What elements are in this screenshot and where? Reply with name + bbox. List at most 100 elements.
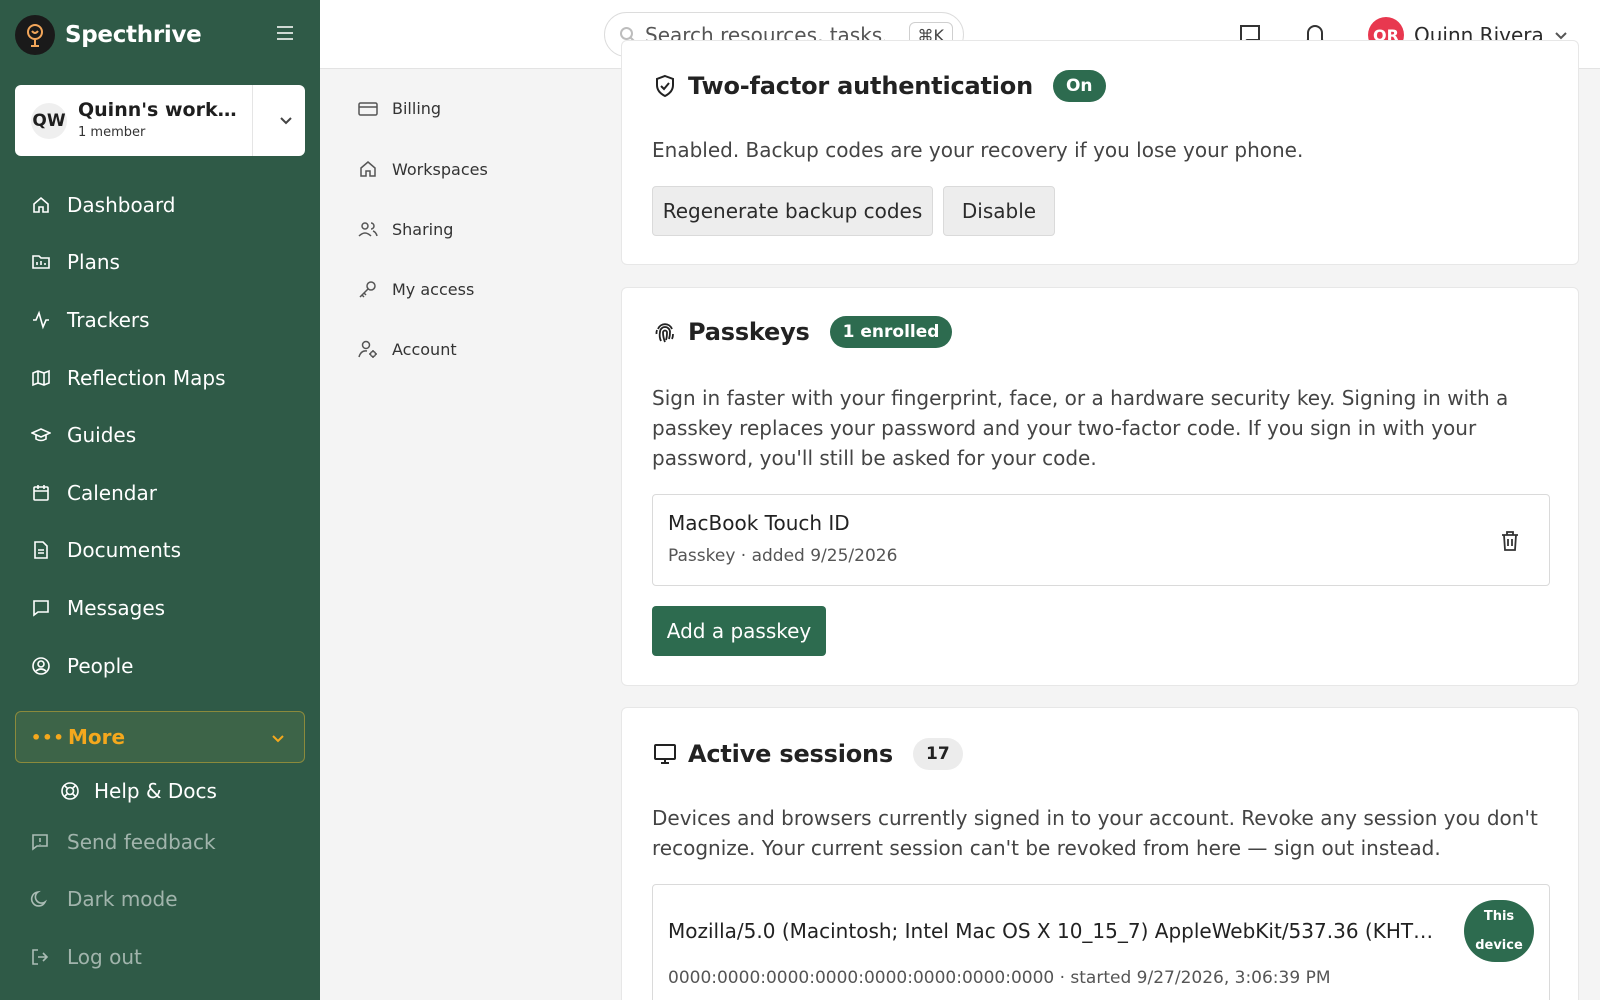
sidebar-item-label: Messages (67, 595, 166, 620)
chevron-down-icon[interactable] (278, 112, 294, 128)
home-icon (358, 159, 378, 179)
sidebar-item-label: Calendar (67, 480, 157, 505)
message-icon (30, 597, 52, 619)
subnav-item-workspaces[interactable]: Workspaces (358, 159, 488, 179)
sidebar-item-dashboard[interactable]: Dashboard (15, 176, 305, 234)
subnav-label: Sharing (392, 219, 454, 239)
sessions-count-badge: 17 (913, 738, 963, 770)
credit-card-icon (358, 101, 378, 117)
sidebar-item-send-feedback[interactable]: Send feedback (30, 830, 216, 854)
logout-icon (30, 947, 52, 967)
sidebar-item-label: Trackers (67, 307, 150, 332)
subnav-item-my-access[interactable]: My access (358, 279, 474, 299)
sidebar-item-calendar[interactable]: Calendar (15, 464, 305, 522)
workspace-divider (252, 85, 253, 156)
session-item: Mozilla/5.0 (Macintosh; Intel Mac OS X 1… (652, 884, 1550, 1000)
workspace-switcher[interactable]: QW Quinn's works... 1 member (15, 85, 305, 156)
two-factor-description: Enabled. Backup codes are your recovery … (652, 138, 1304, 162)
collapse-menu-icon[interactable] (276, 25, 294, 43)
subnav-label: My access (392, 279, 475, 299)
this-device-badge: This device (1464, 900, 1534, 962)
subnav-item-sharing[interactable]: Sharing (358, 219, 453, 239)
settings-subnav: Billing Workspaces Sharing My access Acc… (320, 69, 620, 1000)
document-icon (30, 539, 52, 561)
sidebar-item-label: Dashboard (67, 192, 176, 217)
brand[interactable]: Specthrive (15, 15, 202, 55)
session-user-agent: Mozilla/5.0 (Macintosh; Intel Mac OS X 1… (668, 919, 1443, 943)
sidebar-item-label: People (67, 653, 134, 678)
key-icon (358, 279, 378, 299)
sidebar-item-trackers[interactable]: Trackers (15, 291, 305, 349)
active-sessions-card: Active sessions 17 Devices and browsers … (621, 707, 1579, 1000)
folder-chart-icon (30, 251, 52, 273)
trash-icon[interactable] (1500, 530, 1520, 552)
graduation-cap-icon (30, 424, 52, 446)
sidebar-item-log-out[interactable]: Log out (30, 945, 142, 969)
fingerprint-icon (652, 319, 678, 345)
more-menu-toggle[interactable]: ••• More (15, 711, 305, 763)
more-dots-icon: ••• (31, 727, 65, 747)
sessions-description: Devices and browsers currently signed in… (652, 806, 1538, 860)
passkey-item: MacBook Touch ID Passkey · added 9/25/20… (652, 494, 1550, 586)
brand-name: Specthrive (65, 22, 202, 48)
passkeys-card: Passkeys 1 enrolled Sign in faster with … (621, 287, 1579, 686)
passkeys-title-row: Passkeys 1 enrolled (652, 316, 953, 348)
sidebar-item-people[interactable]: People (15, 637, 305, 695)
chevron-down-icon (270, 730, 286, 746)
this-device-line2: device (1475, 938, 1523, 953)
user-gear-icon (358, 339, 378, 359)
more-label: More (68, 725, 126, 749)
sidebar-item-reflection-maps[interactable]: Reflection Maps (15, 349, 305, 407)
shield-check-icon (652, 73, 678, 99)
subnav-label: Account (392, 339, 457, 359)
passkeys-description: Sign in faster with your fingerprint, fa… (652, 386, 1509, 470)
this-device-line1: This (1483, 909, 1515, 924)
sidebar-item-guides[interactable]: Guides (15, 406, 305, 464)
sessions-title-row: Active sessions 17 (652, 738, 963, 770)
passkey-meta: Passkey · added 9/25/2026 (668, 546, 898, 566)
workspace-members: 1 member (78, 125, 146, 140)
passkey-name: MacBook Touch ID (668, 511, 850, 535)
workspace-avatar: QW (31, 103, 67, 139)
feedback-icon (30, 832, 52, 852)
calendar-icon (30, 482, 52, 504)
home-icon (30, 194, 52, 216)
sidebar-item-messages[interactable]: Messages (15, 579, 305, 637)
user-circle-icon (30, 655, 52, 677)
sidebar-item-label: Guides (67, 423, 137, 448)
sidebar-item-plans[interactable]: Plans (15, 234, 305, 292)
sidebar-nav: Dashboard Plans Trackers Reflection Maps… (15, 176, 305, 694)
help-docs-label: Help & Docs (94, 779, 217, 803)
activity-icon (30, 309, 52, 331)
subnav-item-billing[interactable]: Billing (358, 99, 441, 118)
sidebar-item-dark-mode[interactable]: Dark mode (30, 887, 178, 911)
lifebuoy-icon (60, 781, 82, 801)
users-icon (358, 219, 378, 239)
sidebar-item-help-docs[interactable]: Help & Docs (60, 779, 217, 803)
passkeys-title: Passkeys (688, 318, 810, 346)
add-passkey-button[interactable]: Add a passkey (652, 606, 826, 656)
session-meta: 0000:0000:0000:0000:0000:0000:0000:0000 … (668, 968, 1331, 988)
sidebar-item-label: Documents (67, 538, 182, 563)
regenerate-backup-codes-button[interactable]: Regenerate backup codes (652, 186, 933, 236)
two-factor-card: Two-factor authentication On Enabled. Ba… (621, 40, 1579, 265)
two-factor-title: Two-factor authentication (688, 72, 1033, 100)
subnav-label: Billing (392, 99, 442, 118)
map-icon (30, 367, 52, 389)
enrolled-count-badge: 1 enrolled (829, 316, 953, 348)
two-factor-title-row: Two-factor authentication On (652, 70, 1106, 102)
sessions-title: Active sessions (688, 740, 893, 768)
sidebar: Specthrive QW Quinn's works... 1 member … (0, 0, 320, 1000)
sidebar-item-label: Plans (67, 250, 120, 275)
moon-icon (30, 889, 52, 909)
subnav-item-account[interactable]: Account (358, 339, 457, 359)
disable-two-factor-button[interactable]: Disable (943, 186, 1055, 236)
sidebar-item-documents[interactable]: Documents (15, 522, 305, 580)
dark-mode-label: Dark mode (67, 887, 178, 911)
workspace-name: Quinn's works... (78, 99, 243, 121)
subnav-label: Workspaces (392, 159, 488, 179)
brand-logo-icon (15, 15, 55, 55)
status-badge: On (1052, 70, 1106, 102)
monitor-icon (652, 741, 678, 767)
log-out-label: Log out (67, 945, 142, 969)
